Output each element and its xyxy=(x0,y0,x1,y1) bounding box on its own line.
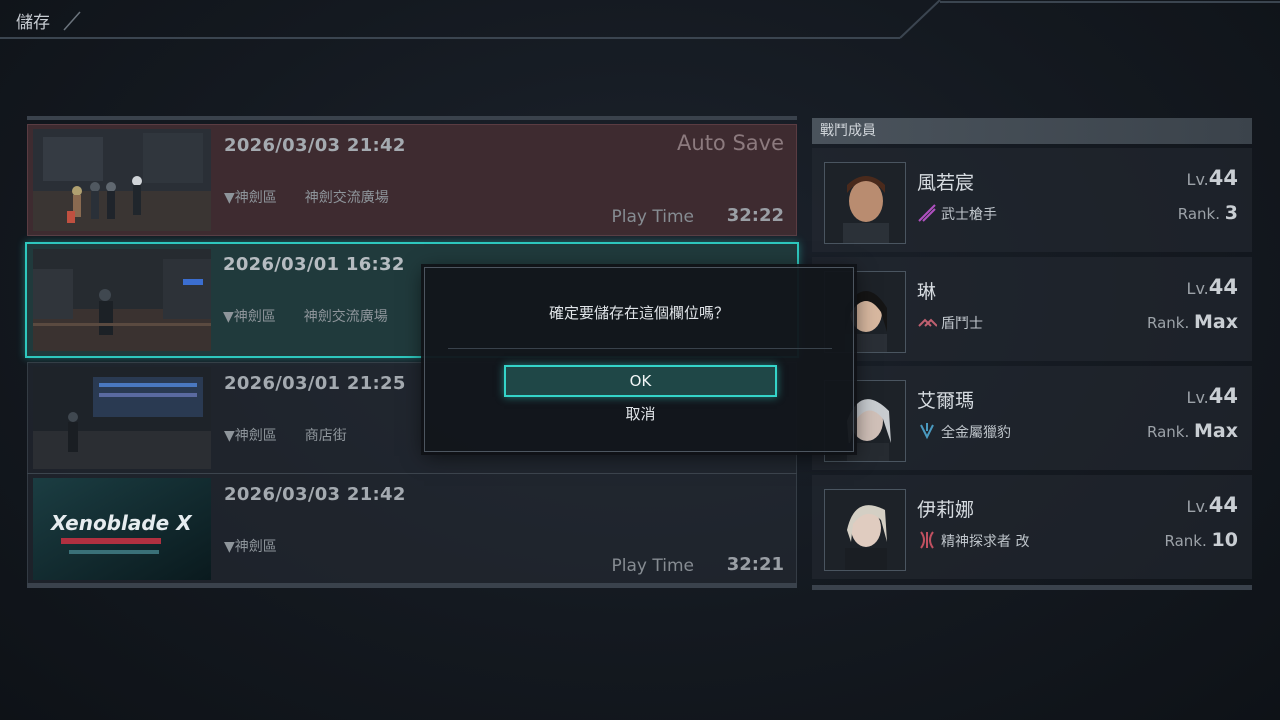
play-time-value: 32:21 xyxy=(726,554,784,575)
list-top-divider xyxy=(27,116,797,120)
party-panel: 戰鬥成員 風若宸 武士槍手 Lv.44 Rank. 3 琳 盾鬥士 Lv.44 … xyxy=(812,118,1252,590)
member-name: 伊莉娜 xyxy=(917,499,975,521)
slot-date: 2026/03/03 21:42 xyxy=(224,135,406,156)
auto-save-label: Auto Save xyxy=(677,131,784,155)
play-time-label: Play Time xyxy=(611,556,694,576)
member-name: 琳 xyxy=(917,281,937,303)
slot-date: 2026/03/01 21:25 xyxy=(224,373,406,394)
dialog-message: 確定要儲存在這個欄位嗎？ xyxy=(548,304,729,322)
list-bottom-divider xyxy=(27,583,797,588)
top-bar: 儲存 xyxy=(0,0,1280,44)
party-member: 艾爾瑪 全金屬獵豹 Lv.44 Rank. Max xyxy=(812,366,1252,470)
member-name: 風若宸 xyxy=(917,172,975,194)
member-name: 艾爾瑪 xyxy=(917,390,975,412)
shield-trooper-icon xyxy=(917,312,938,332)
save-slot-autosave[interactable]: 2026/03/03 21:42 Auto Save ▼神劍區 神劍交流廣場 P… xyxy=(27,124,797,236)
member-class: 武士槍手 xyxy=(941,207,997,223)
slot-location: ▼神劍區 xyxy=(224,539,277,555)
party-member: 風若宸 武士槍手 Lv.44 Rank. 3 xyxy=(812,148,1252,252)
top-bar-frame xyxy=(0,0,1280,39)
member-rank: Rank. 10 xyxy=(1164,529,1238,551)
member-level: Lv.44 xyxy=(1186,493,1238,517)
member-rank: Rank. Max xyxy=(1146,420,1238,442)
full-metal-jaguar-icon xyxy=(917,421,937,441)
party-member: 伊莉娜 精神探求者 改 Lv.44 Rank. 10 xyxy=(812,475,1252,579)
ok-button[interactable]: OK xyxy=(504,365,777,397)
slot-thumbnail xyxy=(33,367,211,469)
cancel-button[interactable]: 取消 xyxy=(504,403,777,424)
member-level: Lv.44 xyxy=(1186,166,1238,190)
party-bottom-divider xyxy=(812,585,1252,590)
play-time-label: Play Time xyxy=(611,207,694,227)
member-class: 盾鬥士 xyxy=(941,316,983,332)
member-level: Lv.44 xyxy=(1186,384,1238,408)
slot-date: 2026/03/03 21:42 xyxy=(224,484,406,505)
slot-location: ▼神劍區 商店街 xyxy=(224,428,347,444)
play-time-value: 32:22 xyxy=(726,205,784,226)
slot-thumbnail xyxy=(33,129,211,231)
member-rank: Rank. Max xyxy=(1146,311,1238,333)
confirm-save-dialog: 確定要儲存在這個欄位嗎？ OK 取消 xyxy=(424,267,854,452)
save-slot[interactable]: Xenoblade X 2026/03/03 21:42 ▼神劍區 Play T… xyxy=(27,473,797,585)
slot-thumbnail xyxy=(33,249,211,351)
slot-location: ▼神劍區 神劍交流廣場 xyxy=(223,309,388,325)
member-rank: Rank. 3 xyxy=(1177,202,1238,224)
party-member: 琳 盾鬥士 Lv.44 Rank. Max xyxy=(812,257,1252,361)
avatar xyxy=(824,162,906,244)
slot-date: 2026/03/01 16:32 xyxy=(223,254,405,275)
xenoblade-logo: Xenoblade X xyxy=(49,511,193,535)
member-class: 全金屬獵豹 xyxy=(941,425,1011,441)
mastermind-icon xyxy=(917,530,937,550)
dialog-divider xyxy=(448,348,832,349)
slot-thumbnail: Xenoblade X xyxy=(33,478,211,580)
page-title: 儲存 xyxy=(16,13,50,33)
party-header: 戰鬥成員 xyxy=(812,118,1252,144)
slot-location: ▼神劍區 神劍交流廣場 xyxy=(224,190,389,206)
member-class: 精神探求者 改 xyxy=(941,534,1030,550)
samurai-gunner-icon xyxy=(917,203,937,223)
avatar xyxy=(824,489,906,571)
member-level: Lv.44 xyxy=(1186,275,1238,299)
